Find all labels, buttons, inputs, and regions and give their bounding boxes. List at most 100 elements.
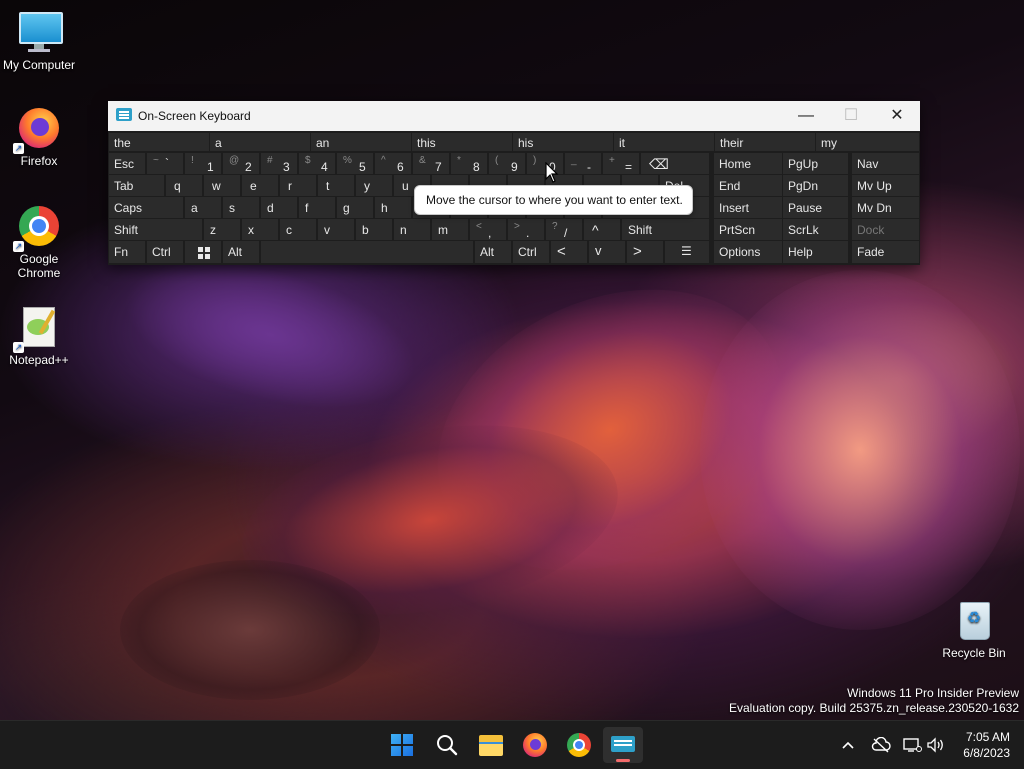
- key-fn[interactable]: Fn: [108, 240, 146, 264]
- key-5[interactable]: % 5: [336, 152, 374, 175]
- prediction-this[interactable]: this: [411, 132, 513, 152]
- key-d[interactable]: d: [260, 196, 298, 219]
- key-menu[interactable]: ☰: [664, 240, 710, 264]
- key-space[interactable]: [260, 240, 474, 264]
- key-prtscn[interactable]: PrtScn: [713, 218, 783, 241]
- on-screen-keyboard-window[interactable]: On-Screen Keyboard — ☐ ✕ the a an this h…: [108, 101, 920, 265]
- volume-control[interactable]: [924, 721, 948, 769]
- key-home[interactable]: Home: [713, 152, 783, 175]
- key-move-down[interactable]: Mv Dn: [851, 196, 920, 219]
- key-1[interactable]: ! 1: [184, 152, 222, 175]
- key-pgup[interactable]: PgUp: [782, 152, 849, 175]
- key-right-arrow[interactable]: >: [626, 240, 664, 264]
- taskbar-firefox[interactable]: [515, 727, 555, 763]
- network-status[interactable]: [900, 721, 924, 769]
- maximize-button[interactable]: ☐: [828, 101, 874, 131]
- key-equals[interactable]: + =: [602, 152, 640, 175]
- key-2[interactable]: @2: [222, 152, 260, 175]
- key-x[interactable]: x: [241, 218, 279, 241]
- key-dock[interactable]: Dock: [851, 218, 920, 241]
- key-s[interactable]: s: [222, 196, 260, 219]
- prediction-the[interactable]: the: [108, 132, 210, 152]
- key-e[interactable]: e: [241, 174, 279, 197]
- prediction-his[interactable]: his: [512, 132, 614, 152]
- key-windows[interactable]: [184, 240, 222, 264]
- key-label: Shift: [114, 223, 139, 237]
- key-f[interactable]: f: [298, 196, 336, 219]
- desktop-icon-my-computer[interactable]: My Computer: [1, 10, 77, 72]
- key-down-arrow[interactable]: v: [588, 240, 626, 264]
- key-minus[interactable]: _ -: [564, 152, 602, 175]
- key-shift-right[interactable]: Shift: [621, 218, 710, 241]
- key-scrlk[interactable]: ScrLk: [782, 218, 849, 241]
- key-up-arrow[interactable]: ^: [583, 218, 621, 241]
- prediction-my[interactable]: my: [815, 132, 920, 152]
- key-pause[interactable]: Pause: [782, 196, 849, 219]
- key-9[interactable]: (9: [488, 152, 526, 175]
- key-comma[interactable]: <,: [469, 218, 507, 241]
- key-backspace[interactable]: ⌫: [640, 152, 710, 175]
- prediction-an[interactable]: an: [310, 132, 412, 152]
- key-alt-right[interactable]: Alt: [474, 240, 512, 264]
- key-insert[interactable]: Insert: [713, 196, 783, 219]
- help-button[interactable]: Help: [782, 240, 849, 264]
- taskbar-on-screen-keyboard[interactable]: [603, 727, 643, 763]
- start-button[interactable]: [382, 727, 422, 763]
- desktop-icon-notepad-plus-plus[interactable]: ↗ Notepad++: [1, 305, 77, 367]
- taskbar-chrome[interactable]: [559, 727, 599, 763]
- taskbar-file-explorer[interactable]: [471, 727, 511, 763]
- desktop-icon-google-chrome[interactable]: ↗ Google Chrome: [1, 204, 77, 280]
- key-label: b: [362, 223, 369, 237]
- key-period[interactable]: >.: [507, 218, 545, 241]
- key-shift-left[interactable]: Shift: [108, 218, 203, 241]
- desktop-icon-firefox[interactable]: ↗ Firefox: [1, 106, 77, 168]
- key-g[interactable]: g: [336, 196, 374, 219]
- key-left-arrow[interactable]: <: [550, 240, 588, 264]
- minimize-button[interactable]: —: [783, 101, 829, 131]
- key-v[interactable]: v: [317, 218, 355, 241]
- key-caps[interactable]: Caps: [108, 196, 184, 219]
- close-button[interactable]: ✕: [874, 101, 920, 131]
- key-4[interactable]: $4: [298, 152, 336, 175]
- desktop-icon-recycle-bin[interactable]: ♻ Recycle Bin: [936, 598, 1012, 660]
- key-alt-left[interactable]: Alt: [222, 240, 260, 264]
- key-tilde[interactable]: ~ `: [146, 152, 184, 175]
- key-7[interactable]: & 7: [412, 152, 450, 175]
- key-n[interactable]: n: [393, 218, 431, 241]
- key-t[interactable]: t: [317, 174, 355, 197]
- key-ctrl-right[interactable]: Ctrl: [512, 240, 550, 264]
- key-pgdn[interactable]: PgDn: [782, 174, 849, 197]
- key-8[interactable]: * 8: [450, 152, 488, 175]
- key-q[interactable]: q: [165, 174, 203, 197]
- key-esc[interactable]: Esc: [108, 152, 146, 175]
- key-h[interactable]: h: [374, 196, 412, 219]
- key-z[interactable]: z: [203, 218, 241, 241]
- key-w[interactable]: w: [203, 174, 241, 197]
- show-hidden-icons-button[interactable]: [836, 721, 860, 769]
- fade-button[interactable]: Fade: [851, 240, 920, 264]
- key-move-up[interactable]: Mv Up: [851, 174, 920, 197]
- clock[interactable]: 7:05 AM 6/8/2023: [963, 729, 1010, 761]
- options-button[interactable]: Options: [713, 240, 783, 264]
- prediction-their[interactable]: their: [714, 132, 816, 152]
- key-r[interactable]: r: [279, 174, 317, 197]
- key-ctrl-left[interactable]: Ctrl: [146, 240, 184, 264]
- key-6[interactable]: ^ 6: [374, 152, 412, 175]
- key-y[interactable]: y: [355, 174, 393, 197]
- key-3[interactable]: #3: [260, 152, 298, 175]
- wallpaper-swirl: [391, 236, 829, 624]
- key-m[interactable]: m: [431, 218, 469, 241]
- prediction-a[interactable]: a: [209, 132, 311, 152]
- key-nav[interactable]: Nav: [851, 152, 920, 175]
- key-a[interactable]: a: [184, 196, 222, 219]
- key-b[interactable]: b: [355, 218, 393, 241]
- key-tab[interactable]: Tab: [108, 174, 165, 197]
- wallpaper-swirl: [120, 560, 380, 700]
- onedrive-status[interactable]: [868, 721, 894, 769]
- search-button[interactable]: [427, 727, 467, 763]
- key-slash[interactable]: ? /: [545, 218, 583, 241]
- key-end[interactable]: End: [713, 174, 783, 197]
- key-c[interactable]: c: [279, 218, 317, 241]
- title-bar[interactable]: On-Screen Keyboard — ☐ ✕: [108, 101, 920, 131]
- prediction-it[interactable]: it: [613, 132, 715, 152]
